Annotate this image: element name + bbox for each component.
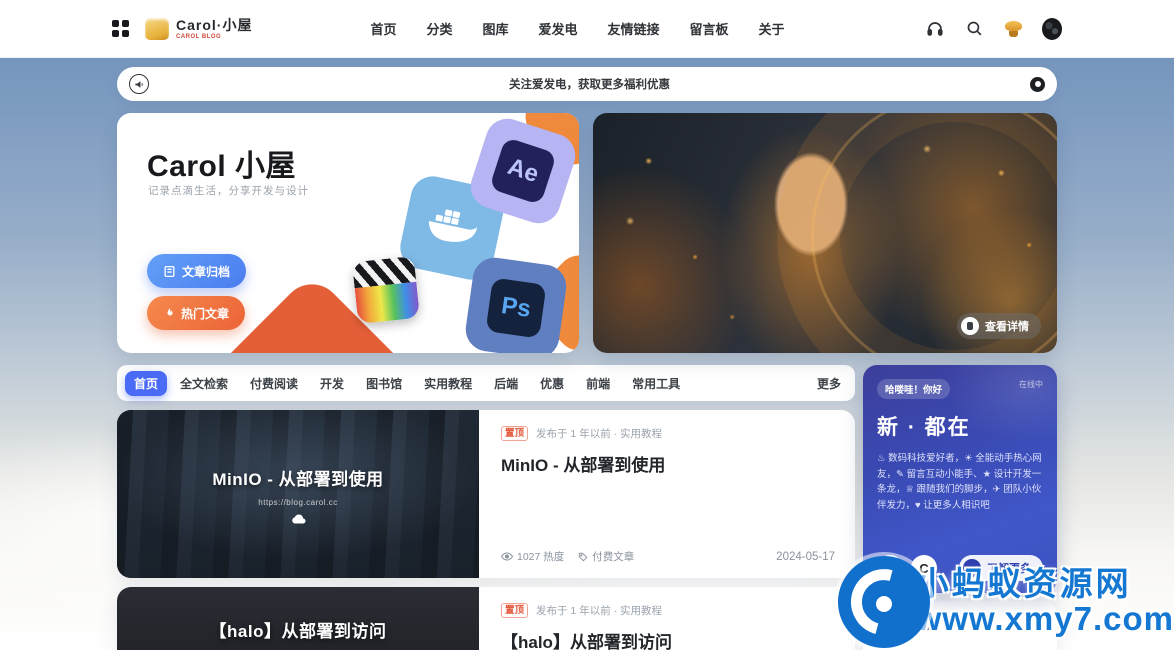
apps-menu-icon[interactable] xyxy=(112,20,129,37)
logo-text: Carol·小屋 xyxy=(176,18,252,32)
tab-fulltext[interactable]: 全文检索 xyxy=(171,371,237,396)
tab-tools[interactable]: 常用工具 xyxy=(623,371,689,396)
logo-box-icon xyxy=(145,18,169,40)
site-title: Carol 小屋 xyxy=(147,141,296,185)
article-card-minio: MinIO - 从部署到使用 https://blog.carol.cc 置顶 … xyxy=(117,410,855,578)
tab-tutorials[interactable]: 实用教程 xyxy=(415,371,481,396)
nav-item-friends[interactable]: 友情链接 xyxy=(608,19,660,38)
tab-paid-reading[interactable]: 付费阅读 xyxy=(241,371,307,396)
pinned-badge: 置顶 xyxy=(501,603,528,618)
headphones-icon[interactable] xyxy=(925,19,945,39)
megaphone-icon xyxy=(129,74,149,94)
photoshop-icon: Ps xyxy=(463,255,569,353)
arrow-right-icon: → xyxy=(963,559,981,577)
article-meta: 发布于 1 年以前 · 实用教程 xyxy=(536,603,662,618)
announcement-text: 关注爱发电，获取更多福利优惠 xyxy=(149,76,1030,92)
profile-title: 新 · 都在 xyxy=(877,411,1043,441)
search-icon[interactable] xyxy=(964,19,984,39)
reward-gold-icon[interactable] xyxy=(1003,19,1023,39)
nav-item-categories[interactable]: 分类 xyxy=(426,19,452,38)
announcement-bar[interactable]: 关注爱发电，获取更多福利优惠 xyxy=(117,67,1057,101)
author-profile-card: 哈喽哇！你好 在线中 新 · 都在 ♨ 数码科技爱好者，☀ 全能动手热心网友，✎… xyxy=(863,365,1057,593)
learn-more-label: 了解更多 xyxy=(987,560,1031,576)
nav-item-about[interactable]: 关于 xyxy=(759,19,785,38)
logo-subtext: CAROL BLOG xyxy=(176,34,252,40)
tab-backend[interactable]: 后端 xyxy=(485,371,527,396)
hot-articles-button[interactable]: 热门文章 xyxy=(147,296,245,330)
online-status: 在线中 xyxy=(1019,379,1043,390)
article-title[interactable]: MinIO - 从部署到使用 xyxy=(501,451,835,476)
site-subtitle: 记录点滴生活，分享开发与设计 xyxy=(148,183,309,198)
article-title[interactable]: 【halo】从部署到访问 xyxy=(501,628,835,650)
user-avatar[interactable] xyxy=(1042,19,1062,39)
archive-button-label: 文章归档 xyxy=(182,263,230,280)
tab-frontend[interactable]: 前端 xyxy=(577,371,619,396)
tab-dev[interactable]: 开发 xyxy=(311,371,353,396)
tabs-more-link[interactable]: 更多 xyxy=(817,375,847,392)
nav-item-home[interactable]: 首页 xyxy=(370,19,396,38)
archive-button[interactable]: 文章归档 xyxy=(147,254,246,288)
github-icon[interactable]: G xyxy=(877,555,903,581)
profile-bio: ♨ 数码科技爱好者，☀ 全能动手热心网友，✎ 留言互动小能手、★ 设计开发一条龙… xyxy=(877,451,1043,514)
article-tag: 付费文章 xyxy=(592,549,634,564)
announcement-close-icon[interactable] xyxy=(1030,77,1045,92)
ae-label: Ae xyxy=(489,137,557,205)
main-nav: 首页 分类 图库 爱发电 友情链接 留言板 关于 xyxy=(370,19,784,38)
wechat-card-title: 微信赞赏码 xyxy=(877,617,1043,634)
site-logo[interactable]: Carol·小屋 CAROL BLOG xyxy=(145,18,252,40)
banner-button-label: 查看详情 xyxy=(985,318,1029,334)
pinned-badge: 置顶 xyxy=(501,426,528,441)
profile-hero-card: Ae Ps Carol 小屋 记录点滴生活，分享开发与设计 文章归档 热门文章 xyxy=(117,113,579,353)
gitee-icon[interactable]: C xyxy=(911,555,937,581)
cover-title: 【halo】从部署到访问 xyxy=(210,617,387,642)
final-cut-icon xyxy=(352,256,420,324)
nav-item-afdian[interactable]: 爱发电 xyxy=(539,19,578,38)
wechat-reward-card: 微信赞赏码 xyxy=(863,601,1057,650)
cloud-icon xyxy=(291,513,306,524)
nav-item-gallery[interactable]: 图库 xyxy=(482,19,508,38)
cover-title: MinIO - 从部署到使用 xyxy=(212,465,383,490)
tab-deals[interactable]: 优惠 xyxy=(531,371,573,396)
learn-more-button[interactable]: → 了解更多 xyxy=(959,555,1043,581)
article-cover-minio[interactable]: MinIO - 从部署到使用 https://blog.carol.cc xyxy=(117,410,479,578)
hot-articles-button-label: 热门文章 xyxy=(181,305,229,322)
article-meta: 发布于 1 年以前 · 实用教程 xyxy=(536,426,662,441)
article-card-halo: 【halo】从部署到访问 置顶 发布于 1 年以前 · 实用教程 【halo】从… xyxy=(117,587,855,650)
top-navbar: Carol·小屋 CAROL BLOG 首页 分类 图库 爱发电 友情链接 留言… xyxy=(0,0,1174,58)
hero-banner-image[interactable]: 查看详情 xyxy=(593,113,1057,353)
cover-subtitle: https://blog.carol.cc xyxy=(258,498,337,507)
play-icon xyxy=(961,317,979,335)
greeting-badge: 哈喽哇！你好 xyxy=(877,379,950,399)
tab-home[interactable]: 首页 xyxy=(125,371,167,396)
nav-item-guestbook[interactable]: 留言板 xyxy=(690,19,729,38)
article-views: 1027 热度 xyxy=(517,549,564,564)
ps-label: Ps xyxy=(486,278,547,339)
tab-library[interactable]: 图书馆 xyxy=(357,371,411,396)
banner-detail-button[interactable]: 查看详情 xyxy=(957,313,1041,339)
article-cover-halo[interactable]: 【halo】从部署到访问 xyxy=(117,587,479,650)
article-date: 2024-05-17 xyxy=(776,551,835,563)
category-tabbar: 首页 全文检索 付费阅读 开发 图书馆 实用教程 后端 优惠 前端 常用工具 更… xyxy=(117,365,855,401)
